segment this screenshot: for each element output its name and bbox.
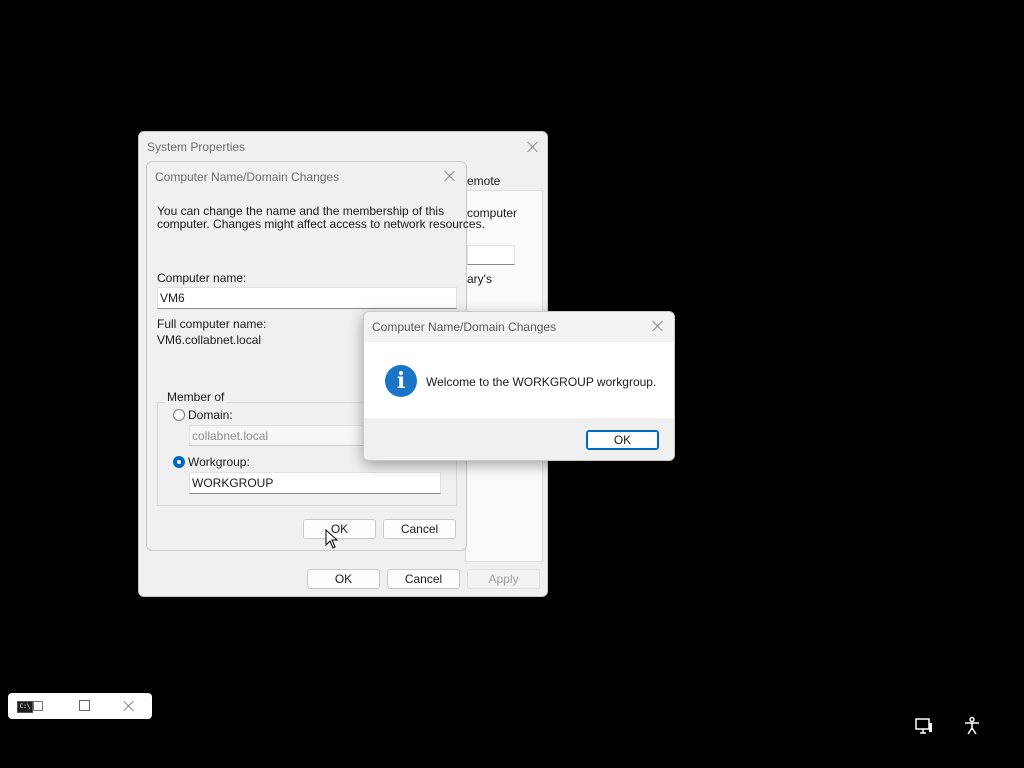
restore-icon[interactable] [33,701,43,711]
partial-text-name: ary's [467,272,492,286]
welcome-message-box: Computer Name/Domain Changes i Welcome t… [363,311,675,461]
network-display-icon[interactable] [914,716,934,736]
computer-name-label: Computer name: [157,271,247,285]
minimized-window-bar[interactable]: C:\ [8,693,152,719]
domain-label[interactable]: Domain: [188,408,233,422]
close-icon[interactable] [442,168,458,184]
full-name-value: VM6.collabnet.local [157,333,262,347]
message-titlebar[interactable]: Computer Name/Domain Changes [364,312,674,342]
computer-name-titlebar[interactable]: Computer Name/Domain Changes [147,162,466,192]
domain-radio[interactable] [173,409,185,421]
message-ok-button[interactable]: OK [586,430,659,450]
welcome-message: Welcome to the WORKGROUP workgroup. [426,375,657,389]
system-apply-button[interactable]: Apply [467,569,540,589]
system-ok-button[interactable]: OK [307,569,380,589]
system-cancel-button[interactable]: Cancel [387,569,460,589]
close-icon[interactable] [121,698,137,714]
system-properties-titlebar[interactable]: System Properties [139,132,547,162]
intro-text-line2: computer. Changes might affect access to… [157,217,485,231]
console-icon[interactable]: C:\ [17,701,33,713]
info-icon: i [385,365,417,397]
intro-text-line1: You can change the name and the membersh… [157,204,445,218]
workgroup-radio[interactable] [173,456,185,468]
computer-name-input[interactable]: VM6 [157,287,457,309]
computer-name-title: Computer Name/Domain Changes [155,170,340,184]
close-icon[interactable] [525,139,541,155]
message-title: Computer Name/Domain Changes [372,320,557,334]
workgroup-input[interactable]: WORKGROUP [189,472,441,494]
maximize-icon[interactable] [79,700,90,711]
close-icon[interactable] [650,318,666,334]
accessibility-icon[interactable] [962,716,982,736]
workgroup-label[interactable]: Workgroup: [188,455,250,469]
partial-field [467,245,515,265]
system-properties-title: System Properties [147,140,246,154]
tab-remote-partial[interactable]: emote [467,174,500,188]
dialog-cancel-button[interactable]: Cancel [383,519,456,539]
member-of-label: Member of [165,390,227,404]
mouse-cursor [325,529,339,549]
dialog-ok-button[interactable]: OK [303,519,376,539]
full-name-label: Full computer name: [157,317,267,331]
